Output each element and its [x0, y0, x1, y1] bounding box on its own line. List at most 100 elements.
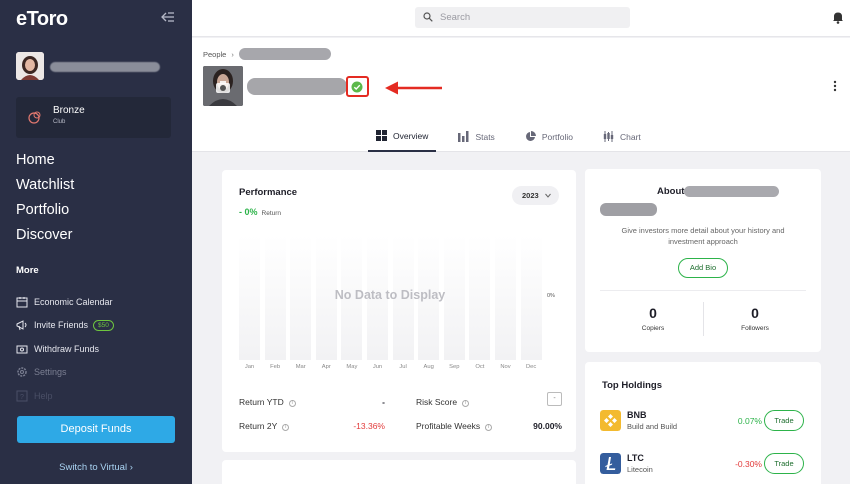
help-icon: ?	[16, 390, 28, 402]
about-card: About Give investors more detail about y…	[585, 169, 821, 352]
overview-icon	[376, 130, 387, 141]
tab-portfolio[interactable]: Portfolio	[517, 121, 581, 152]
nav-discover[interactable]: Discover	[16, 225, 74, 250]
tab-overview[interactable]: Overview	[368, 121, 437, 152]
copiers-value: 0	[649, 305, 657, 321]
divider	[703, 302, 704, 336]
holding-change: -0.30%	[735, 459, 762, 469]
portfolio-pie-icon	[525, 131, 536, 141]
notifications-bell-icon[interactable]	[832, 11, 844, 24]
month-label: Feb	[270, 364, 281, 370]
collapse-sidebar-icon[interactable]	[160, 9, 176, 25]
holding-name: Litecoin	[627, 465, 653, 474]
verified-badge-highlight	[346, 76, 369, 97]
club-badge-icon	[28, 111, 41, 124]
profile-header: People › Overview Stats Portfolio Chart	[192, 38, 850, 152]
copiers-label: Copiers	[641, 325, 665, 332]
profile-photo[interactable]	[203, 66, 243, 106]
info-icon[interactable]: i	[282, 424, 290, 431]
year-select[interactable]: 2023	[512, 186, 559, 205]
deposit-funds-button[interactable]: Deposit Funds	[17, 416, 175, 443]
month-label: Dec	[525, 364, 537, 370]
stat-label: Return YTD	[239, 397, 284, 407]
annotation-arrow-icon	[385, 81, 442, 95]
holding-name: Build and Build	[627, 422, 678, 431]
more-options-icon[interactable]	[832, 79, 838, 93]
club-sub: Club	[53, 119, 66, 125]
holding-row[interactable]: BNB Build and Build 0.07% Trade	[600, 408, 806, 434]
return-ytd-row: Return YTD i -	[239, 397, 385, 421]
sidebar: eToro Bronze Club Home Watchlist Portfol…	[0, 0, 192, 484]
risk-score-value: -	[547, 392, 562, 406]
nav-watchlist[interactable]: Watchlist	[16, 175, 74, 200]
month-label: Sep	[449, 364, 460, 370]
nav-home[interactable]: Home	[16, 150, 74, 175]
year-value: 2023	[522, 191, 539, 200]
trade-button[interactable]: Trade	[764, 410, 804, 431]
return-2y-row: Return 2Y i -13.36%	[239, 421, 385, 445]
profitable-weeks-row: Profitable Weeks i 90.00%	[416, 421, 562, 445]
followers-label: Followers	[741, 325, 769, 332]
calendar-icon	[16, 296, 28, 308]
nav-withdraw-funds[interactable]: Withdraw Funds	[16, 337, 186, 361]
username-redacted	[50, 62, 160, 72]
nav-invite-friends[interactable]: Invite Friends $50	[16, 314, 186, 338]
top-holdings-card: Top Holdings BNB Build and Build 0.07% T…	[585, 362, 821, 484]
tab-stats[interactable]: Stats	[450, 121, 502, 152]
axis-zero-label: 0%	[547, 293, 555, 299]
etoro-logo[interactable]: eToro	[16, 8, 68, 31]
chevron-down-icon	[545, 193, 551, 198]
search-input[interactable]	[440, 7, 620, 28]
month-label: May	[346, 364, 358, 370]
month-label: Jul	[399, 364, 407, 370]
about-description: Give investors more detail about your hi…	[621, 226, 785, 246]
nav-label: Withdraw Funds	[34, 343, 100, 354]
bnb-icon	[600, 410, 621, 431]
nav-label: Help	[34, 390, 53, 401]
stat-label: Return 2Y	[239, 421, 278, 431]
about-title: About	[657, 186, 685, 197]
nav-settings[interactable]: Settings	[16, 361, 186, 385]
club-card[interactable]: Bronze Club	[16, 97, 171, 138]
about-name-redacted	[684, 186, 779, 197]
holding-row[interactable]: LTC Litecoin -0.30% Trade	[600, 451, 806, 477]
nav-economic-calendar[interactable]: Economic Calendar	[16, 290, 186, 314]
followers-stat[interactable]: 0 Followers	[705, 305, 805, 332]
info-icon[interactable]: i	[485, 424, 493, 431]
trade-button[interactable]: Trade	[764, 453, 804, 474]
tab-label: Overview	[393, 130, 429, 141]
about-name-redacted-2	[600, 203, 657, 216]
month-label: Oct	[475, 364, 485, 370]
info-icon[interactable]: i	[288, 400, 296, 407]
followers-value: 0	[751, 305, 759, 321]
nav-label: Settings	[34, 367, 67, 378]
add-bio-button[interactable]: Add Bio	[678, 258, 728, 278]
divider	[600, 290, 806, 291]
info-icon[interactable]: i	[462, 400, 470, 407]
more-heading: More	[16, 265, 39, 276]
more-nav: Economic Calendar Invite Friends $50 Wit…	[16, 290, 186, 408]
nav-label: Invite Friends	[34, 320, 89, 331]
holding-symbol: LTC	[627, 453, 644, 463]
tab-chart[interactable]: Chart	[595, 121, 649, 152]
user-profile-row[interactable]	[16, 52, 176, 82]
performance-return: - 0% Return	[239, 207, 281, 217]
search-box[interactable]	[415, 7, 630, 28]
breadcrumb-people[interactable]: People	[203, 50, 226, 59]
performance-title: Performance	[239, 187, 298, 198]
return-label: Return	[261, 210, 282, 217]
chart-icon	[603, 131, 614, 142]
month-axis: Jan Feb Mar Apr May Jun Jul Aug Sep Oct Nov Dec	[237, 364, 547, 374]
breadcrumb: People ›	[203, 48, 331, 60]
return-ytd-value: -	[382, 397, 385, 407]
search-icon	[423, 12, 433, 22]
copiers-stat[interactable]: 0 Copiers	[603, 305, 703, 332]
nav-portfolio[interactable]: Portfolio	[16, 200, 74, 225]
tab-label: Chart	[620, 131, 641, 142]
invite-bonus-badge: $50	[93, 319, 114, 331]
stats-left: Return YTD i - Return 2Y i -13.36%	[239, 397, 385, 445]
switch-to-virtual-link[interactable]: Switch to Virtual ›	[0, 462, 192, 473]
nav-help[interactable]: ? Help	[16, 384, 186, 408]
return-2y-value: -13.36%	[353, 421, 385, 431]
top-bar	[192, 0, 850, 37]
